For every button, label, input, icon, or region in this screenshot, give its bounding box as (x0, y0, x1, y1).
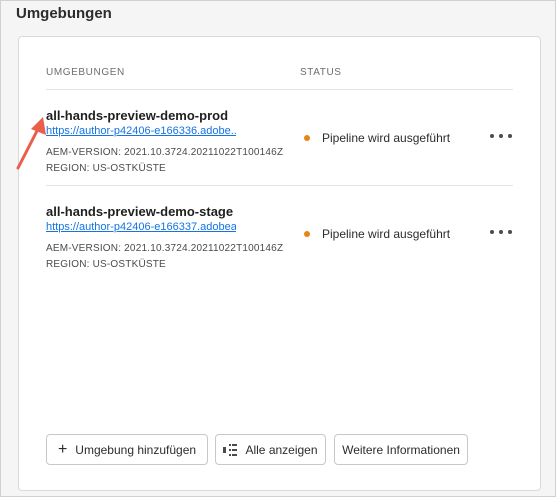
annotation-arrow-icon (16, 117, 46, 170)
aem-version: AEM-VERSION: 2021.10.3724.20211022T10014… (46, 147, 284, 158)
column-header-environments: UMGEBUNGEN (46, 67, 125, 78)
more-actions-button[interactable] (490, 224, 512, 240)
table-row: all-hands-preview-demo-prod https://auth… (46, 90, 513, 186)
environments-card: UMGEBUNGEN STATUS all-hands-preview-demo… (18, 36, 541, 491)
more-actions-button[interactable] (490, 128, 512, 144)
more-horizontal-icon (490, 134, 494, 138)
more-horizontal-icon (508, 134, 512, 138)
more-info-label: Weitere Informationen (342, 442, 460, 457)
plus-icon: + (57, 440, 68, 458)
status-dot-icon (304, 231, 310, 237)
show-all-button[interactable]: Alle anzeigen (215, 434, 326, 465)
more-horizontal-icon (499, 134, 503, 138)
show-all-label: Alle anzeigen (245, 442, 318, 457)
more-horizontal-icon (490, 230, 494, 234)
more-horizontal-icon (508, 230, 512, 234)
environments-panel: Umgebungen UMGEBUNGEN STATUS all-hands-p… (0, 0, 556, 497)
section-title: Umgebungen (16, 5, 112, 22)
region: REGION: US-OSTKÜSTE (46, 259, 166, 270)
environment-link[interactable]: https://author-p42406-e166336.adobe... (46, 125, 236, 137)
status-dot-icon (304, 135, 310, 141)
table-row: all-hands-preview-demo-stage https://aut… (46, 186, 513, 282)
environment-name: all-hands-preview-demo-stage (46, 204, 234, 219)
status-indicator: Pipeline wird ausgeführt (304, 131, 450, 145)
add-environment-button[interactable]: + Umgebung hinzufügen (46, 434, 208, 465)
status-indicator: Pipeline wird ausgeführt (304, 227, 450, 241)
more-horizontal-icon (499, 230, 503, 234)
add-environment-label: Umgebung hinzufügen (75, 442, 197, 457)
region: REGION: US-OSTKÜSTE (46, 163, 166, 174)
column-header-status: STATUS (300, 67, 342, 78)
status-text: Pipeline wird ausgeführt (322, 227, 451, 241)
aem-version: AEM-VERSION: 2021.10.3724.20211022T10014… (46, 243, 284, 254)
environment-name: all-hands-preview-demo-prod (46, 108, 229, 123)
status-text: Pipeline wird ausgeführt (322, 131, 451, 145)
environment-link[interactable]: https://author-p42406-e166337.adobea... (46, 221, 236, 233)
list-view-icon (223, 443, 238, 456)
more-info-button[interactable]: Weitere Informationen (334, 434, 468, 465)
